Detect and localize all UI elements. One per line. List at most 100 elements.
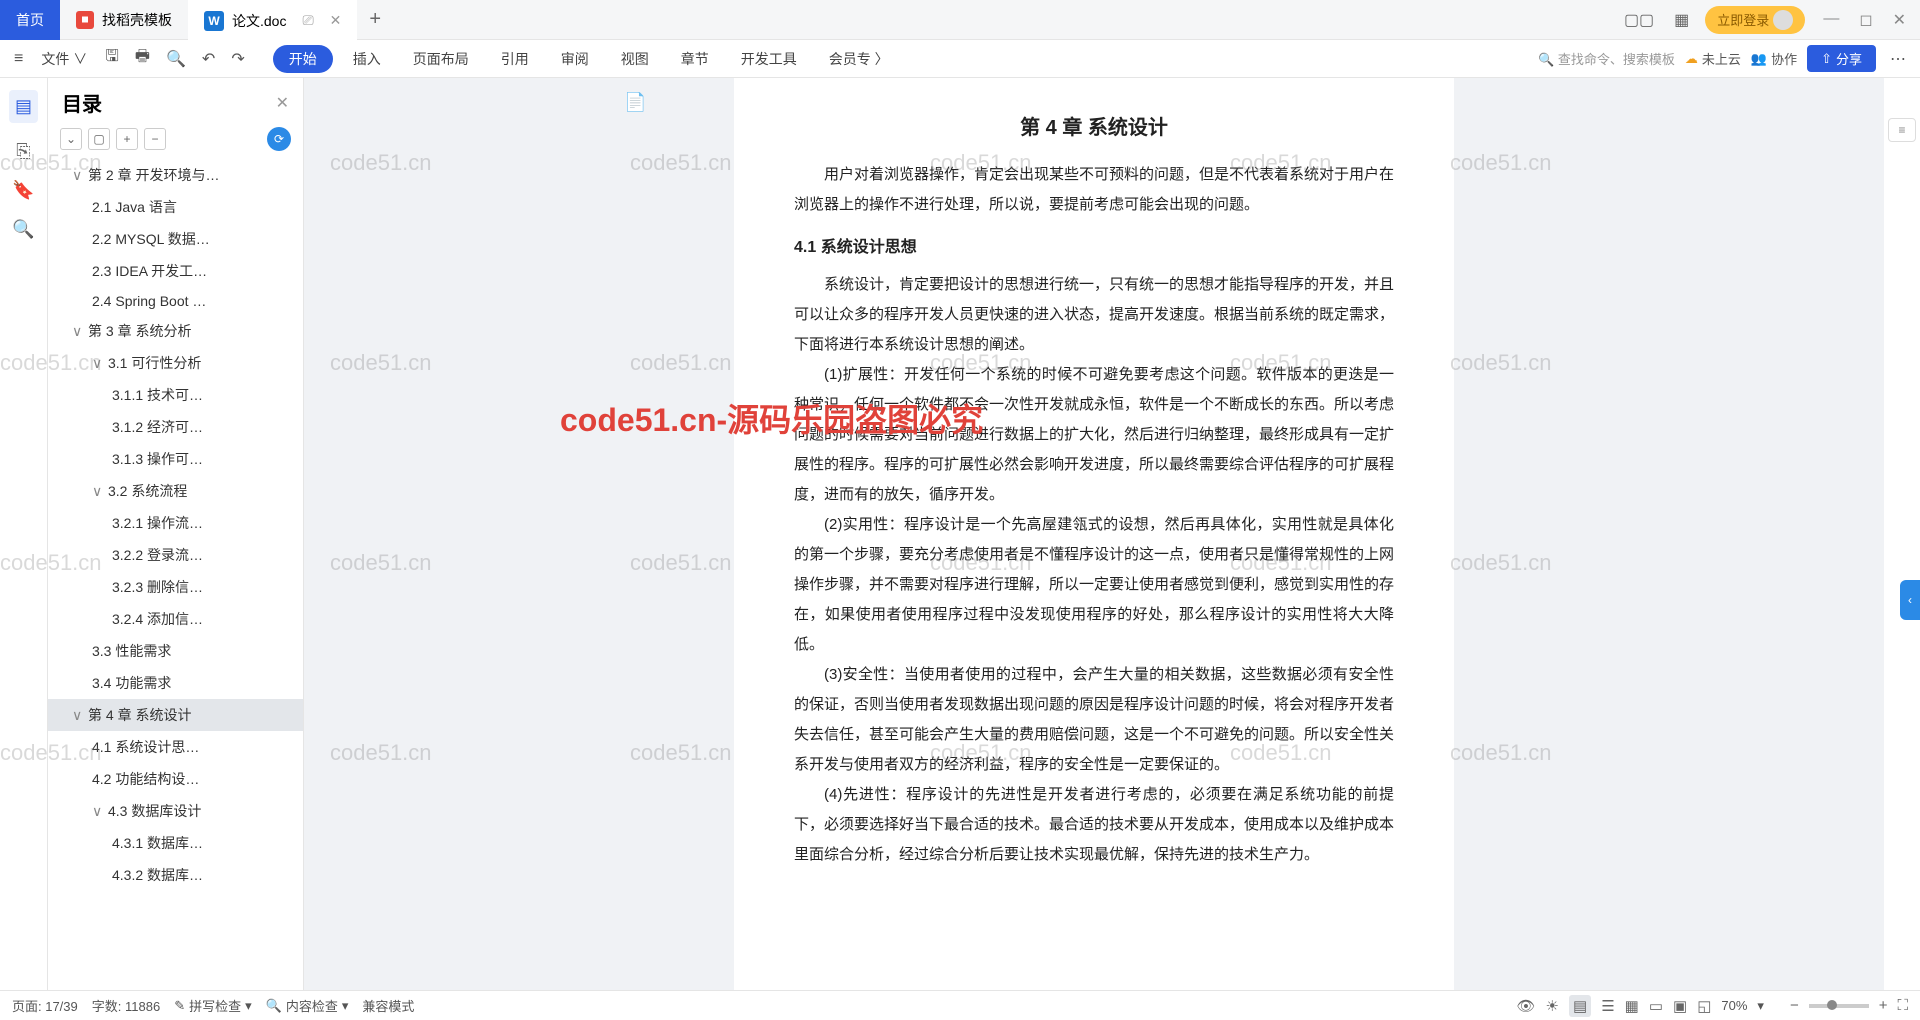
page-view-icon[interactable]: ▤: [1569, 995, 1591, 1017]
login-label: 立即登录: [1717, 10, 1769, 29]
ribbon-tab-insert[interactable]: 插入: [341, 45, 393, 73]
refresh-icon[interactable]: ⟳: [267, 127, 291, 151]
ribbon-tab-chapter[interactable]: 章节: [669, 45, 721, 73]
spell-check[interactable]: ✎ 拼写检查 ▾: [174, 996, 251, 1015]
command-search[interactable]: 🔍 查找命令、搜索模板: [1538, 49, 1675, 68]
collab-button[interactable]: 👥 协作: [1751, 49, 1797, 68]
tree-item[interactable]: 3.1.1 技术可…: [48, 379, 303, 411]
ribbon-tab-references[interactable]: 引用: [489, 45, 541, 73]
document-area[interactable]: 📄 第 4 章 系统设计 用户对着浏览器操作，肯定会出现某些不可预料的问题，但是…: [304, 78, 1884, 990]
maximize-button[interactable]: ◻: [1853, 6, 1878, 34]
collapse-right-icon[interactable]: ≡: [1888, 118, 1916, 142]
add-tab-button[interactable]: +: [357, 8, 393, 31]
zoom-slider[interactable]: [1809, 1004, 1869, 1008]
print-layout-icon[interactable]: ▭: [1649, 997, 1663, 1015]
zoom-value[interactable]: 70%: [1721, 998, 1747, 1013]
web-view-icon[interactable]: ▦: [1625, 997, 1639, 1015]
tree-item[interactable]: ∨3.2 系统流程: [48, 475, 303, 507]
thumbnails-rail-icon[interactable]: ⎘: [16, 141, 30, 162]
search-rail-icon[interactable]: 🔍: [12, 219, 34, 240]
remove-icon[interactable]: −: [144, 128, 166, 150]
outline-panel: 目录 ✕ ⌄ ▢ + − ⟳ ∨第 2 章 开发环境与…2.1 Java 语言2…: [48, 78, 304, 990]
tree-item[interactable]: 3.3 性能需求: [48, 635, 303, 667]
ribbon-tab-start[interactable]: 开始: [273, 45, 333, 73]
outline-title: 目录: [62, 88, 102, 117]
device-icon[interactable]: ⎚: [302, 12, 313, 29]
ribbon-tab-devtools[interactable]: 开发工具: [729, 45, 809, 73]
titlebar-right: ▢▢ ▦ 立即登录 — ◻ ✕: [1620, 6, 1920, 34]
tab-label: 找稻壳模板: [102, 10, 172, 30]
more-icon[interactable]: ⋯: [1886, 47, 1910, 71]
add-icon[interactable]: +: [116, 128, 138, 150]
window-controls: — ◻ ✕: [1817, 6, 1912, 34]
tree-item[interactable]: 3.4 功能需求: [48, 667, 303, 699]
page: 第 4 章 系统设计 用户对着浏览器操作，肯定会出现某些不可预料的问题，但是不代…: [734, 78, 1454, 990]
eye-icon[interactable]: 👁: [1517, 997, 1536, 1015]
undo-icon[interactable]: ↶: [198, 47, 219, 71]
ribbon-right: 🔍 查找命令、搜索模板 ☁未上云 👥 协作 ⇧ 分享 ⋯: [1538, 45, 1910, 72]
tree-item[interactable]: 4.3.2 数据库…: [48, 859, 303, 891]
apps-icon[interactable]: ▦: [1670, 6, 1693, 34]
word-count[interactable]: 字数: 11886: [92, 996, 160, 1015]
tree-item[interactable]: 3.2.3 删除信…: [48, 571, 303, 603]
tab-home[interactable]: 首页: [0, 0, 60, 40]
layout-icon[interactable]: ▢▢: [1620, 6, 1658, 34]
page-toolbar-icon[interactable]: 📄: [624, 92, 646, 113]
collapse-all-icon[interactable]: ⌄: [60, 128, 82, 150]
reading-mode-icon[interactable]: ▣: [1673, 997, 1687, 1015]
outline-tools: ⌄ ▢ + − ⟳: [48, 123, 303, 159]
tree-item[interactable]: 3.2.1 操作流…: [48, 507, 303, 539]
outline-rail-icon[interactable]: ▤: [9, 90, 38, 123]
save-icon[interactable]: 🖫: [101, 43, 123, 74]
compat-mode[interactable]: 兼容模式: [362, 996, 414, 1015]
close-window-button[interactable]: ✕: [1887, 6, 1912, 34]
tree-item[interactable]: 3.2.2 登录流…: [48, 539, 303, 571]
menu-icon[interactable]: ≡: [10, 48, 27, 70]
right-rail: ≡: [1884, 78, 1920, 990]
share-button[interactable]: ⇧ 分享: [1807, 45, 1876, 72]
zoom-in-icon[interactable]: +: [1879, 997, 1888, 1014]
tree-item[interactable]: 4.3.1 数据库…: [48, 827, 303, 859]
tree-item[interactable]: ∨3.1 可行性分析: [48, 347, 303, 379]
bookmark-rail-icon[interactable]: 🔖: [12, 180, 34, 201]
tree-item[interactable]: 4.2 功能结构设…: [48, 763, 303, 795]
zoom-fit-icon[interactable]: ◱: [1697, 997, 1711, 1015]
outline-close-icon[interactable]: ✕: [276, 93, 289, 113]
page-indicator[interactable]: 页面: 17/39: [12, 996, 78, 1015]
file-menu[interactable]: 文件 ∨: [35, 45, 93, 73]
print-icon[interactable]: 🖶: [131, 43, 154, 74]
tree-item[interactable]: 2.3 IDEA 开发工…: [48, 255, 303, 287]
tree-item[interactable]: 3.2.4 添加信…: [48, 603, 303, 635]
tree-item[interactable]: 4.1 系统设计思…: [48, 731, 303, 763]
side-drawer-button[interactable]: ‹: [1900, 580, 1920, 620]
close-icon[interactable]: ✕: [330, 12, 342, 29]
tree-item[interactable]: 2.1 Java 语言: [48, 191, 303, 223]
status-right: 👁 ☀ ▤ ☰ ▦ ▭ ▣ ◱ 70% ▾ − + ⛶: [1517, 995, 1909, 1017]
login-button[interactable]: 立即登录: [1705, 6, 1805, 34]
ribbon-tab-member[interactable]: 会员专 〉: [817, 45, 901, 73]
tree-item[interactable]: 3.1.3 操作可…: [48, 443, 303, 475]
ribbon-tab-review[interactable]: 审阅: [549, 45, 601, 73]
tree-item[interactable]: 2.4 Spring Boot …: [48, 287, 303, 315]
ribbon-tab-pagelayout[interactable]: 页面布局: [401, 45, 481, 73]
redo-icon[interactable]: ↷: [227, 47, 248, 71]
reading-view-icon[interactable]: ☀: [1546, 997, 1559, 1015]
tree-item[interactable]: 3.1.2 经济可…: [48, 411, 303, 443]
minimize-button[interactable]: —: [1817, 6, 1845, 34]
content-check[interactable]: 🔍 内容检查 ▾: [266, 996, 349, 1015]
zoom-out-icon[interactable]: −: [1790, 997, 1799, 1014]
cloud-status[interactable]: ☁未上云: [1685, 49, 1741, 68]
outline-view-icon[interactable]: ☰: [1601, 997, 1614, 1015]
cloud-icon: ☁: [1685, 51, 1698, 67]
preview-icon[interactable]: 🔍: [162, 47, 190, 71]
fullscreen-icon[interactable]: ⛶: [1897, 997, 1908, 1014]
tree-item[interactable]: ∨第 3 章 系统分析: [48, 315, 303, 347]
tab-templates[interactable]: 找稻壳模板: [60, 0, 188, 40]
tree-item[interactable]: ∨第 2 章 开发环境与…: [48, 159, 303, 191]
tree-item[interactable]: ∨第 4 章 系统设计: [48, 699, 303, 731]
tab-document[interactable]: W 论文.doc ⎚ ✕: [188, 0, 357, 40]
ribbon-tab-view[interactable]: 视图: [609, 45, 661, 73]
expand-icon[interactable]: ▢: [88, 128, 110, 150]
tree-item[interactable]: ∨4.3 数据库设计: [48, 795, 303, 827]
tree-item[interactable]: 2.2 MYSQL 数据…: [48, 223, 303, 255]
